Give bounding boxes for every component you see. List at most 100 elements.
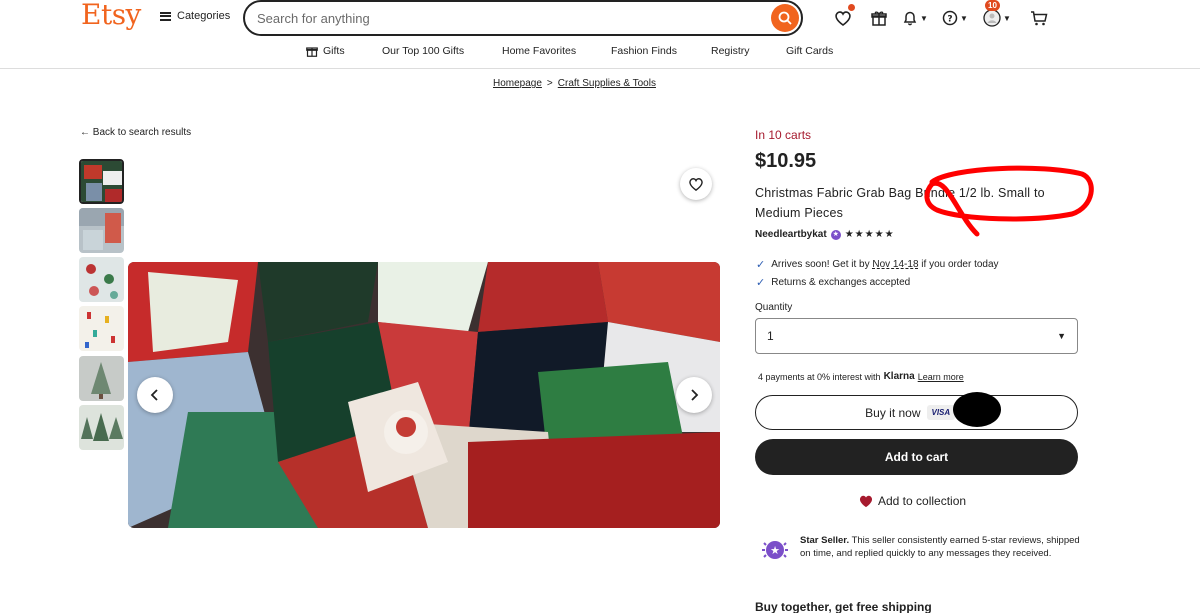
category-nav: Gifts Our Top 100 Gifts Home Favorites F… (0, 40, 1200, 69)
breadcrumb-separator: > (546, 78, 553, 89)
chevron-down-icon: ▼ (1057, 331, 1066, 341)
thumbnail-image (79, 208, 124, 253)
klarna-info: 4 payments at 0% interest with Klarna Le… (758, 371, 964, 382)
check-icon: ✓ (756, 259, 766, 271)
chevron-down-icon: ▼ (960, 13, 968, 23)
klarna-learn-more-link[interactable]: Learn more (918, 372, 964, 382)
nav-item-label: Our Top 100 Gifts (382, 45, 465, 57)
gift-icon (306, 47, 318, 57)
notifications-badge: 10 (985, 0, 1000, 11)
seller-info: Needleartbykat ★ ★★★★★ (755, 229, 895, 240)
returns-text: Returns & exchanges accepted (771, 277, 911, 288)
notification-dot (848, 4, 855, 11)
chevron-right-icon (691, 389, 699, 401)
heart-icon (859, 495, 873, 508)
nav-item-top-100[interactable]: Our Top 100 Gifts (382, 45, 464, 57)
quantity-select[interactable]: 1 ▼ (755, 318, 1078, 354)
search-bar (243, 0, 803, 36)
nav-item-label: Fashion Finds (611, 45, 677, 57)
red-annotation-circle (924, 165, 1094, 237)
help-icon: ? (942, 10, 958, 26)
seller-name-link[interactable]: Needleartbykat (755, 229, 827, 240)
etsy-logo[interactable]: Etsy (81, 0, 141, 31)
previous-image-button[interactable] (137, 377, 173, 413)
chevron-down-icon: ▼ (1003, 13, 1011, 23)
nav-item-label: Gift Cards (786, 45, 834, 57)
nav-item-label: Gifts (323, 45, 345, 57)
thumbnail-6[interactable] (79, 405, 124, 450)
nav-item-gift-cards[interactable]: Gift Cards (786, 45, 833, 57)
notifications-button[interactable]: ▼ (897, 6, 933, 30)
star-seller-icon: ★ (830, 229, 841, 240)
thumbnail-image (79, 306, 124, 351)
thumbnail-5[interactable] (79, 356, 124, 401)
back-link-label: Back to search results (92, 127, 192, 138)
thumbnail-image (79, 356, 124, 401)
star-seller-title: Star Seller. (800, 535, 850, 546)
nav-item-label: Registry (711, 45, 750, 57)
chevron-left-icon (150, 389, 158, 401)
check-icon: ✓ (756, 277, 766, 289)
klarna-logo: Klarna (883, 371, 915, 382)
search-icon (778, 11, 792, 25)
thumbnail-2[interactable] (79, 208, 124, 253)
add-to-collection-label: Add to collection (878, 494, 967, 508)
favorite-button[interactable] (680, 168, 712, 200)
star-seller-block: ★ Star Seller. This seller consistently … (760, 534, 1080, 562)
quantity-value: 1 (767, 329, 774, 343)
hamburger-icon (160, 11, 171, 21)
nav-item-registry[interactable]: Registry (711, 45, 750, 57)
thumbnail-4[interactable] (79, 306, 124, 351)
fabric-collage-image (128, 262, 720, 528)
back-to-search-link[interactable]: ← Back to search results (80, 127, 191, 138)
bundle-heading: Buy together, get free shipping (755, 600, 932, 613)
gift-icon (871, 11, 887, 26)
account-button[interactable]: 10 ▼ (979, 0, 1015, 30)
rating-stars: ★★★★★ (844, 229, 895, 240)
next-image-button[interactable] (676, 377, 712, 413)
quantity-label: Quantity (755, 302, 793, 313)
nav-item-gifts[interactable]: Gifts (306, 45, 345, 57)
chevron-down-icon: ▼ (920, 13, 928, 23)
add-to-cart-button[interactable]: Add to cart (755, 439, 1078, 475)
product-price: $10.95 (755, 150, 817, 172)
breadcrumb-craft-supplies[interactable]: Craft Supplies & Tools (558, 78, 656, 89)
delivery-prefix: Arrives soon! Get it by (771, 259, 873, 270)
add-to-collection-button[interactable]: Add to collection (858, 494, 966, 508)
thumbnail-3[interactable] (79, 257, 124, 302)
redaction-blob (953, 392, 1001, 427)
bell-icon (903, 11, 917, 26)
breadcrumb: Homepage > Craft Supplies & Tools (493, 78, 656, 89)
search-button[interactable] (771, 4, 799, 32)
help-button[interactable]: ? ▼ (937, 6, 973, 30)
returns-policy: ✓ Returns & exchanges accepted (756, 276, 910, 289)
nav-item-label: Home Favorites (502, 45, 577, 57)
cart-button[interactable] (1021, 6, 1057, 30)
categories-menu[interactable]: Categories (160, 10, 230, 22)
nav-item-fashion-finds[interactable]: Fashion Finds (611, 45, 677, 57)
delivery-date[interactable]: Nov 14-18 (872, 259, 918, 270)
avatar (983, 9, 1001, 27)
buy-it-now-label: Buy it now (865, 405, 921, 420)
gift-button[interactable] (861, 6, 897, 30)
svg-text:?: ? (947, 15, 952, 25)
heart-icon (835, 11, 851, 26)
delivery-estimate: ✓ Arrives soon! Get it by Nov 14-18 if y… (756, 258, 999, 271)
breadcrumb-homepage[interactable]: Homepage (493, 78, 542, 89)
klarna-text: 4 payments at 0% interest with (758, 371, 881, 382)
nav-item-home-favorites[interactable]: Home Favorites (502, 45, 576, 57)
thumbnail-image (79, 405, 124, 450)
buy-it-now-button[interactable]: Buy it now VISA .. (755, 395, 1078, 430)
search-input[interactable] (257, 8, 757, 28)
in-carts-label: In 10 carts (755, 128, 812, 142)
thumbnail-1[interactable] (79, 159, 124, 204)
arrow-left-icon: ← (80, 127, 90, 138)
heart-icon (689, 178, 703, 191)
svg-text:★: ★ (770, 544, 780, 557)
favorites-button[interactable] (825, 4, 861, 30)
visa-logo: VISA (926, 405, 956, 420)
cart-icon (1031, 11, 1048, 26)
categories-label: Categories (177, 10, 231, 22)
thumbnail-image (81, 161, 122, 202)
star-seller-description: Star Seller. This seller consistently ea… (800, 534, 1080, 562)
